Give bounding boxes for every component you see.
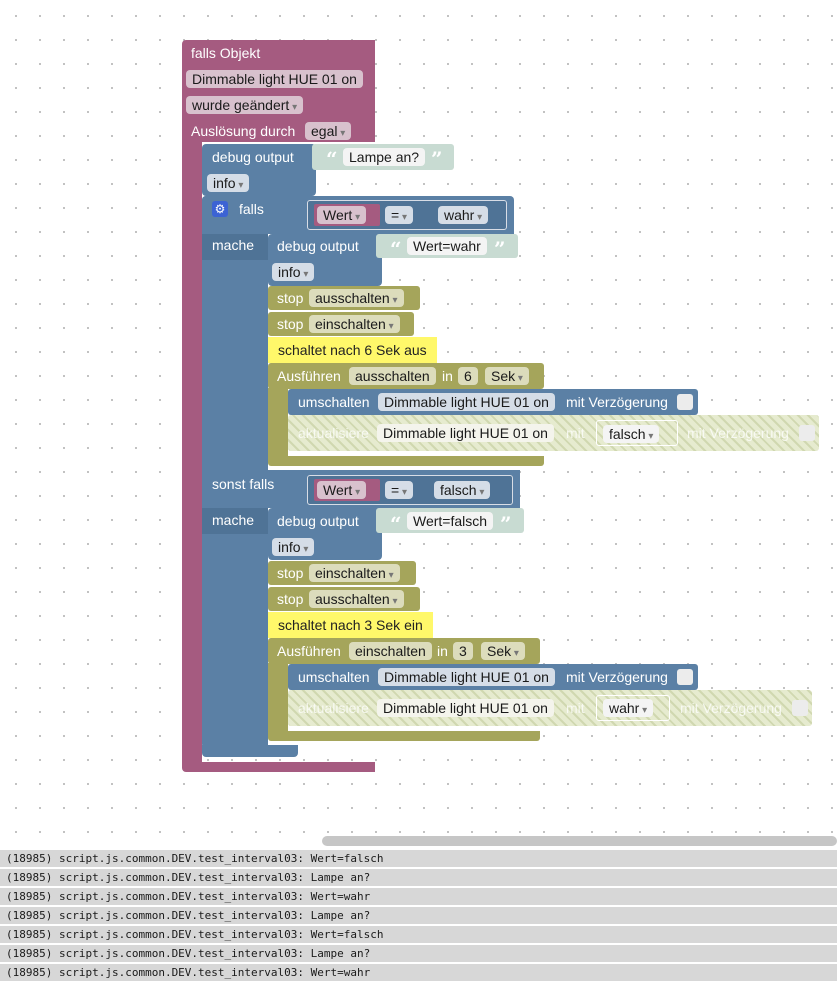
b2-debug-text-field[interactable]: Wert=falsch — [407, 512, 494, 530]
event-header-label: falls Objekt — [191, 45, 261, 61]
b2-update-mit-label: mit — [566, 700, 585, 716]
b1-update-label: aktualisiere — [298, 425, 369, 441]
condition1-op-dropdown[interactable]: = — [385, 206, 413, 224]
b2-exec-spine — [268, 663, 288, 733]
b1-toggle-object-field[interactable]: Dimmable light HUE 01 on — [378, 393, 555, 411]
b1-update-value-dropdown[interactable]: falsch — [603, 425, 660, 443]
b1-exec-spine — [268, 388, 288, 458]
b2-exec-num-field[interactable]: 3 — [453, 642, 473, 660]
b2-update-value-dropdown[interactable]: wahr — [603, 699, 654, 717]
log-line: (18985) script.js.common.DEV.test_interv… — [0, 869, 837, 886]
quote-open-icon: “ — [326, 147, 338, 171]
log-panel: (18985) script.js.common.DEV.test_interv… — [0, 850, 837, 983]
b2-comment[interactable]: schaltet nach 3 Sek ein — [268, 612, 433, 638]
b1-toggle-label: umschalten — [298, 394, 370, 410]
event-block-footer — [182, 762, 375, 772]
b1-debug-level-dropdown[interactable]: info — [272, 263, 315, 281]
b2-debug-label: debug output — [277, 513, 359, 529]
b2-exec-name-field[interactable]: einschalten — [349, 642, 432, 660]
b1-update-delay-label: mit Verzögerung — [687, 425, 789, 441]
b2-toggle-label: umschalten — [298, 669, 370, 685]
b1-exec-unit-dropdown[interactable]: Sek — [485, 367, 529, 385]
b1-update-mit-label: mit — [566, 425, 585, 441]
b1-debug-text-field[interactable]: Wert=wahr — [407, 237, 487, 255]
event-object-field[interactable]: Dimmable light HUE 01 on — [186, 70, 363, 88]
log-line: (18985) script.js.common.DEV.test_interv… — [0, 945, 837, 962]
if-mache-label-1: mache — [212, 237, 255, 253]
b2-stop2-label: stop — [277, 591, 304, 607]
b2-toggle-object-field[interactable]: Dimmable light HUE 01 on — [378, 668, 555, 686]
log-line: (18985) script.js.common.DEV.test_interv… — [0, 907, 837, 924]
quote-close-icon: ” — [431, 147, 443, 171]
b2-update-delay-checkbox[interactable] — [792, 700, 808, 716]
b1-exec-label: Ausführen — [277, 368, 341, 384]
gear-icon[interactable]: ⚙ — [212, 201, 228, 217]
b1-stop2-dropdown[interactable]: einschalten — [309, 315, 400, 333]
b1-toggle-delay-checkbox[interactable] — [677, 394, 693, 410]
b2-exec-in-label: in — [437, 643, 448, 659]
debug-main-level-dropdown[interactable]: info — [207, 174, 250, 192]
condition1-var-dropdown[interactable]: Wert — [317, 206, 367, 224]
b2-update-label: aktualisiere — [298, 700, 369, 716]
condition2-var-dropdown[interactable]: Wert — [317, 481, 367, 499]
b1-exec-name-field[interactable]: ausschalten — [349, 367, 436, 385]
b2-stop1-label: stop — [277, 565, 304, 581]
quote-close-icon: ” — [500, 512, 512, 536]
event-block-spine — [182, 140, 202, 766]
b1-debug-label: debug output — [277, 238, 359, 254]
b1-exec-num-field[interactable]: 6 — [458, 367, 478, 385]
b2-toggle-delay-label: mit Verzögerung — [566, 669, 668, 685]
debug-main-text-field[interactable]: Lampe an? — [343, 148, 426, 166]
if-mache-label-2: mache — [212, 512, 255, 528]
event-change-dropdown[interactable]: wurde geändert — [186, 96, 304, 114]
event-trigger-label: Auslösung durch — [191, 123, 296, 139]
b2-exec-label: Ausführen — [277, 643, 341, 659]
b1-stop2-label: stop — [277, 316, 304, 332]
b1-stop1-dropdown[interactable]: ausschalten — [309, 289, 404, 307]
b2-debug-level-dropdown[interactable]: info — [272, 538, 315, 556]
condition1-value-dropdown[interactable]: wahr — [438, 206, 489, 224]
b1-comment[interactable]: schaltet nach 6 Sek aus — [268, 337, 437, 363]
workspace-hscroll-thumb[interactable] — [322, 836, 837, 846]
b1-stop1-label: stop — [277, 290, 304, 306]
debug-main-label: debug output — [212, 149, 294, 165]
log-line: (18985) script.js.common.DEV.test_interv… — [0, 850, 837, 867]
b2-stop2-dropdown[interactable]: ausschalten — [309, 590, 404, 608]
event-trigger-dropdown[interactable]: egal — [305, 122, 352, 140]
condition2-op-dropdown[interactable]: = — [385, 481, 413, 499]
blockly-workspace[interactable]: falls Objekt Dimmable light HUE 01 on wu… — [0, 0, 837, 840]
b1-exec-in-label: in — [442, 368, 453, 384]
log-line: (18985) script.js.common.DEV.test_interv… — [0, 964, 837, 981]
condition2-value-dropdown[interactable]: falsch — [434, 481, 491, 499]
quote-open-icon: “ — [390, 237, 402, 261]
b2-toggle-delay-checkbox[interactable] — [677, 669, 693, 685]
quote-close-icon: ” — [494, 237, 506, 261]
if-falls-label: falls — [239, 201, 264, 217]
b2-update-object-field[interactable]: Dimmable light HUE 01 on — [377, 699, 554, 717]
b2-exec-footer — [268, 731, 540, 741]
if-block-footer — [202, 745, 298, 757]
b1-update-object-field[interactable]: Dimmable light HUE 01 on — [377, 424, 554, 442]
b1-toggle-delay-label: mit Verzögerung — [566, 394, 668, 410]
b1-exec-footer — [268, 456, 544, 466]
log-line: (18985) script.js.common.DEV.test_interv… — [0, 888, 837, 905]
log-line: (18985) script.js.common.DEV.test_interv… — [0, 926, 837, 943]
b1-update-delay-checkbox[interactable] — [799, 425, 815, 441]
b2-exec-unit-dropdown[interactable]: Sek — [481, 642, 525, 660]
if-sonst-falls-label: sonst falls — [212, 476, 275, 492]
b2-stop1-dropdown[interactable]: einschalten — [309, 564, 400, 582]
quote-open-icon: “ — [390, 512, 402, 536]
b2-update-delay-label: mit Verzögerung — [680, 700, 782, 716]
